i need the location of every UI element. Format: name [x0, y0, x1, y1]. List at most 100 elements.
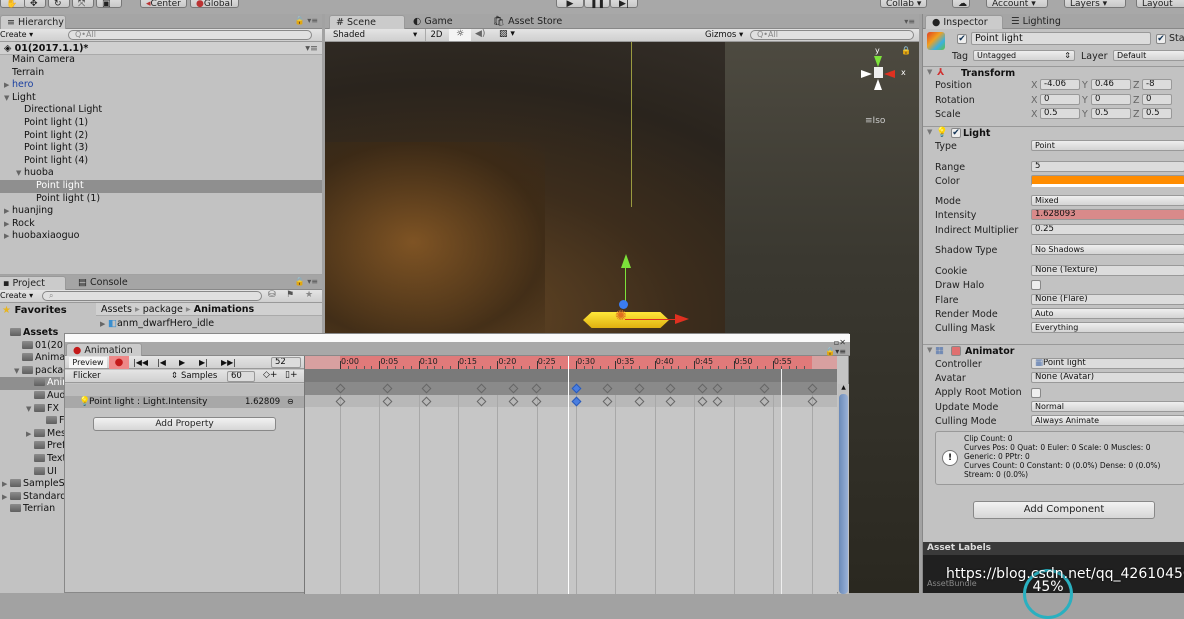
projection-toggle[interactable]: ≡Iso: [865, 116, 885, 126]
hierarchy-item[interactable]: Point light (1): [0, 117, 322, 130]
hierarchy-item[interactable]: Point light (4): [0, 155, 322, 168]
hierarchy-item[interactable]: ▼ Light: [0, 92, 322, 105]
expand-arrow-icon[interactable]: ▶: [4, 205, 12, 218]
shading-mode-dropdown[interactable]: Shaded ▾: [333, 30, 417, 40]
position-x-input[interactable]: -4.06: [1040, 79, 1080, 90]
play-button[interactable]: ▶: [556, 0, 584, 9]
effects-toggle-icon[interactable]: ▨ ▾: [499, 29, 515, 39]
hierarchy-item[interactable]: Directional Light: [0, 104, 322, 117]
light-header[interactable]: ▼ 💡 ✔ Light: [923, 126, 1184, 140]
rotation-x-input[interactable]: 0: [1040, 93, 1080, 105]
lock-icon[interactable]: 🔒: [901, 46, 911, 55]
expand-arrow-icon[interactable]: ▶: [2, 491, 10, 504]
tab-console[interactable]: ▤ Console: [72, 276, 134, 290]
step-button[interactable]: ▶|: [610, 0, 638, 9]
hierarchy-item[interactable]: ▶ huanjing: [0, 205, 322, 218]
record-button[interactable]: ●: [109, 356, 129, 369]
panel-menu-icon[interactable]: 🔒 ▾≡: [295, 16, 318, 25]
2d-toggle[interactable]: 2D: [425, 29, 447, 41]
prev-keyframe-button[interactable]: |◀: [157, 356, 166, 369]
cookie-field[interactable]: None (Texture): [1031, 265, 1184, 276]
expand-arrow-icon[interactable]: ▶: [2, 478, 10, 491]
hierarchy-item[interactable]: ▼ huoba: [0, 167, 322, 180]
gizmos-dropdown[interactable]: Gizmos ▾: [705, 30, 743, 40]
expand-arrow-icon[interactable]: ▶: [26, 428, 34, 441]
dopesheet[interactable]: 0:00 0:05 0:10 0:15 0:20 0:25 0:30 0:35 0:40 0:45…: [305, 356, 837, 594]
tab-animation[interactable]: ● Animation: [66, 343, 142, 357]
tab-hierarchy[interactable]: ≡ Hierarchy: [0, 15, 66, 29]
project-create-button[interactable]: Create ▾: [0, 291, 33, 300]
position-z-input[interactable]: -8: [1142, 79, 1172, 90]
hierarchy-create-button[interactable]: Create ▾: [0, 30, 33, 39]
render-mode-dropdown[interactable]: Auto: [1031, 308, 1184, 319]
add-event-icon[interactable]: ▯+: [285, 370, 298, 380]
playhead[interactable]: [568, 356, 570, 594]
scale-x-input[interactable]: 0.5: [1040, 108, 1080, 119]
expand-arrow-icon[interactable]: ▼: [4, 92, 12, 105]
asset-item[interactable]: ▶ ◧anm_dwarfHero_idle: [100, 318, 214, 329]
breadcrumb-assets[interactable]: Assets: [101, 304, 132, 315]
tag-dropdown[interactable]: Untagged ⇕: [973, 50, 1075, 61]
scene-search-input[interactable]: Q•All: [750, 30, 914, 40]
avatar-field[interactable]: None (Avatar): [1031, 372, 1184, 383]
property-value[interactable]: 1.62809: [245, 396, 280, 408]
project-search-input[interactable]: ⌕: [42, 291, 262, 301]
expand-arrow-icon[interactable]: ▼: [14, 365, 22, 378]
hierarchy-item[interactable]: ▶ hero: [0, 79, 322, 92]
property-key-icon[interactable]: ⊖: [287, 396, 294, 408]
tab-project[interactable]: ▪ Project: [0, 276, 66, 290]
favorite-star-icon[interactable]: ★: [305, 290, 313, 300]
expand-arrow-icon[interactable]: ▶: [4, 218, 12, 231]
hierarchy-item[interactable]: Terrain: [0, 67, 322, 80]
last-keyframe-button[interactable]: ▶▶|: [221, 356, 236, 369]
next-keyframe-button[interactable]: ▶|: [199, 356, 208, 369]
pause-button[interactable]: ❚❚: [584, 0, 610, 9]
account-dropdown[interactable]: Account ▾: [986, 0, 1048, 9]
indirect-multiplier-input[interactable]: 0.25: [1031, 224, 1184, 235]
color-picker[interactable]: [1031, 175, 1184, 187]
cloud-button[interactable]: ☁: [952, 0, 970, 9]
hierarchy-item[interactable]: Main Camera: [0, 54, 322, 67]
filter-label-icon[interactable]: ⚑: [286, 290, 294, 300]
culling-mode-dropdown[interactable]: Always Animate: [1031, 415, 1184, 426]
rotate-tool-button[interactable]: ↻: [48, 0, 70, 9]
pivot-button[interactable]: ◂Center: [140, 0, 187, 9]
apply-root-motion-checkbox[interactable]: [1031, 388, 1041, 398]
active-checkbox[interactable]: ✔: [957, 34, 967, 44]
project-menu-icon[interactable]: 🔒 ▾≡: [295, 277, 318, 286]
hierarchy-item[interactable]: Point light (2): [0, 130, 322, 143]
tab-game[interactable]: ◐ Game: [407, 15, 459, 29]
light-enabled-checkbox[interactable]: ✔: [951, 128, 961, 138]
layers-dropdown[interactable]: Layers ▾: [1064, 0, 1126, 9]
animator-enabled-checkbox[interactable]: [951, 346, 961, 356]
expand-arrow-icon[interactable]: ▶: [4, 230, 12, 243]
time-ruler[interactable]: 0:00 0:05 0:10 0:15 0:20 0:25 0:30 0:35 0:40 0:45…: [305, 356, 837, 369]
lighting-toggle-icon[interactable]: ☼: [449, 29, 471, 41]
hierarchy-item[interactable]: Point light (3): [0, 142, 322, 155]
culling-mask-dropdown[interactable]: Everything: [1031, 322, 1184, 333]
vertical-scrollbar[interactable]: ▲: [838, 384, 849, 594]
samples-input[interactable]: 60: [227, 371, 255, 382]
shadow-type-dropdown[interactable]: No Shadows: [1031, 244, 1184, 255]
scrollbar-thumb[interactable]: [839, 394, 848, 594]
position-y-input[interactable]: 0.46: [1091, 79, 1131, 90]
flare-field[interactable]: None (Flare): [1031, 294, 1184, 305]
rect-tool-button[interactable]: ▣: [96, 0, 122, 9]
scale-y-input[interactable]: 0.5: [1091, 108, 1131, 119]
property-row[interactable]: 💡 Point light : Light.Intensity 1.62809 …: [65, 396, 305, 408]
layer-dropdown[interactable]: Default: [1113, 50, 1184, 61]
scale-z-input[interactable]: 0.5: [1142, 108, 1172, 119]
update-mode-dropdown[interactable]: Normal: [1031, 401, 1184, 412]
orientation-gizmo[interactable]: y x: [853, 46, 909, 108]
breadcrumb-package[interactable]: package: [143, 304, 183, 315]
layout-dropdown[interactable]: Layout: [1136, 0, 1184, 9]
favorites-item[interactable]: ★ Favorites: [2, 305, 67, 316]
play-animation-button[interactable]: ▶: [179, 356, 185, 369]
hand-tool-button[interactable]: ✋: [0, 0, 26, 9]
first-keyframe-button[interactable]: |◀◀: [133, 356, 148, 369]
tab-scene[interactable]: # Scene: [329, 15, 405, 29]
add-property-button[interactable]: Add Property: [93, 417, 276, 431]
window-menu-icon[interactable]: 🔒▾≡: [825, 347, 846, 356]
scene-menu-icon[interactable]: ▾≡: [904, 17, 915, 26]
mode-dropdown[interactable]: Mixed: [1031, 195, 1184, 206]
